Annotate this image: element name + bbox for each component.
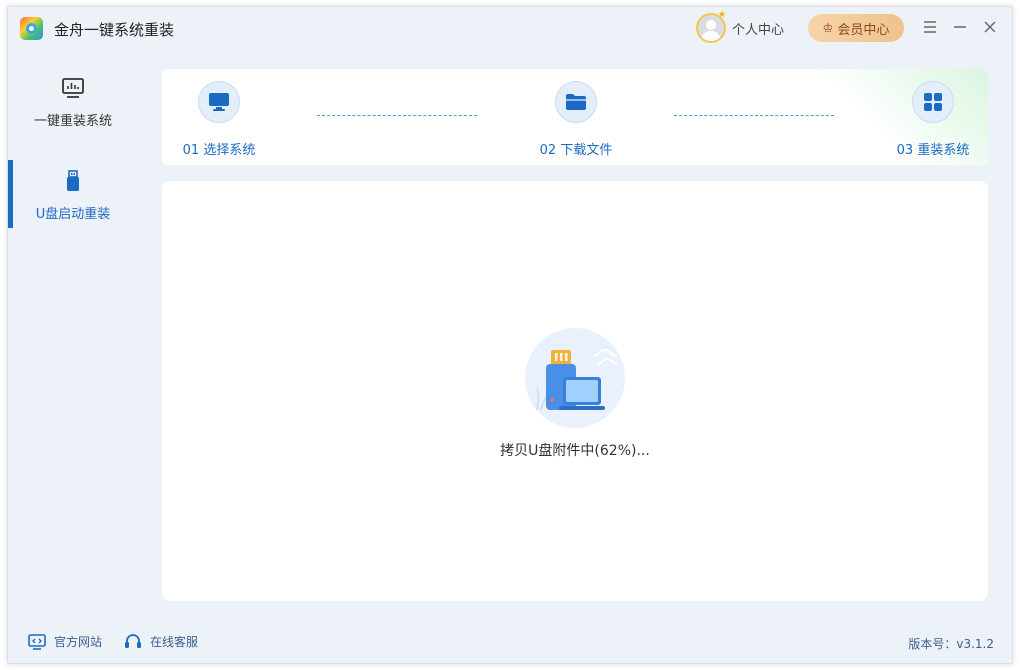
sidebar: 一键重装系统 U盘启动重装	[8, 67, 148, 228]
version-text: 版本号：v3.1.2	[908, 637, 994, 651]
crown-outline-icon: ♔	[822, 21, 834, 35]
menu-icon[interactable]	[920, 17, 940, 37]
app-logo-icon	[20, 17, 43, 40]
step-connector	[317, 115, 477, 116]
vip-center-button[interactable]: ♔ 会员中心	[808, 14, 904, 42]
sidebar-item-label: 一键重装系统	[33, 113, 112, 129]
minimize-icon[interactable]	[950, 17, 970, 37]
sidebar-item-usb-reinstall[interactable]: U盘启动重装	[8, 160, 138, 230]
close-icon[interactable]	[980, 17, 1000, 37]
folder-icon	[566, 94, 586, 110]
user-center-button[interactable]: 个人中心	[696, 13, 784, 43]
sidebar-item-label: U盘启动重装	[35, 206, 111, 222]
copy-status-text: 拷贝U盘附件中(62%)...	[500, 443, 650, 459]
footer: 官方网站 在线客服 版本号：v3.1.2	[8, 629, 1012, 657]
windows-grid-icon	[924, 93, 942, 111]
main-panel: 拷贝U盘附件中(62%)...	[162, 181, 988, 601]
steps-panel: 01 选择系统 02 下载文件 03 重装系统	[162, 69, 988, 165]
website-icon	[28, 633, 46, 650]
monitor-chart-icon	[62, 77, 84, 98]
step-circle	[198, 81, 240, 123]
step-reinstall-system: 03 重装系统	[878, 81, 988, 158]
step-label: 02 下载文件	[539, 143, 613, 158]
official-site-link[interactable]: 官方网站	[28, 633, 102, 650]
usb-drive-icon	[67, 169, 79, 191]
step-select-system: 01 选择系统	[164, 81, 274, 158]
step-download-files: 02 下载文件	[521, 81, 631, 158]
crown-icon: ★	[718, 10, 727, 20]
monitor-icon	[209, 93, 229, 111]
online-service-label: 在线客服	[150, 635, 199, 649]
vip-center-label: 会员中心	[837, 22, 890, 38]
usb-copy-illustration	[525, 328, 625, 428]
step-connector	[674, 115, 834, 116]
headset-icon	[125, 634, 141, 648]
user-center-label: 个人中心	[732, 22, 785, 38]
online-service-link[interactable]: 在线客服	[124, 633, 198, 650]
sidebar-item-one-click-reinstall[interactable]: 一键重装系统	[8, 67, 138, 137]
step-circle	[912, 81, 954, 123]
step-label: 03 重装系统	[896, 143, 970, 158]
step-label: 01 选择系统	[182, 143, 256, 158]
step-circle	[555, 81, 597, 123]
official-site-label: 官方网站	[54, 635, 103, 649]
app-title: 金舟一键系统重装	[54, 21, 175, 39]
title-bar: 金舟一键系统重装 个人中心 ★ ♔ 会员中心	[8, 7, 1012, 51]
app-window: 金舟一键系统重装 个人中心 ★ ♔ 会员中心 一键重装系统 U盘启动重装 01 …	[7, 6, 1013, 664]
